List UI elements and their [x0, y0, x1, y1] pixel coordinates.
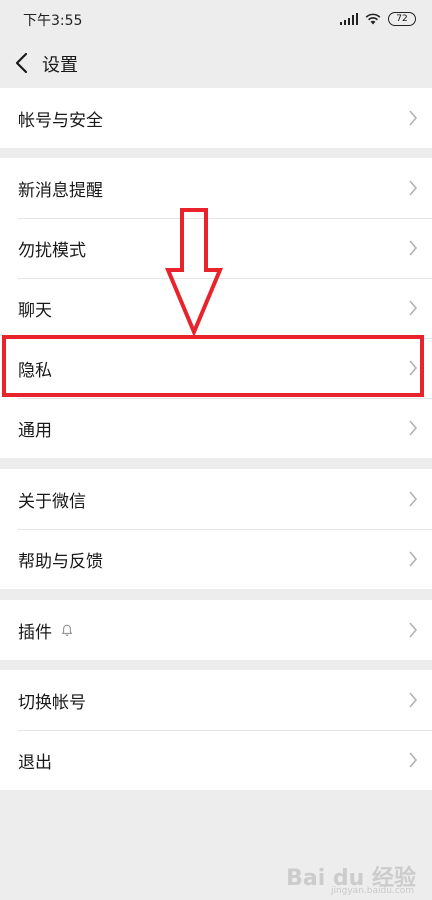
- back-arrow-icon[interactable]: [10, 49, 36, 77]
- settings-item-label: 退出: [18, 752, 52, 773]
- settings-item-label: 新消息提醒: [18, 180, 103, 201]
- settings-item-label: 聊天: [18, 300, 52, 321]
- chevron-right-icon: [409, 692, 418, 708]
- settings-item-privacy[interactable]: 隐私: [0, 338, 432, 398]
- settings-group-account-actions: 切换帐号 退出: [0, 670, 432, 790]
- settings-item-notifications[interactable]: 新消息提醒: [0, 158, 432, 218]
- chevron-right-icon: [409, 240, 418, 256]
- settings-item-do-not-disturb[interactable]: 勿扰模式: [0, 218, 432, 278]
- settings-item-label: 通用: [18, 420, 52, 441]
- settings-item-switch-account[interactable]: 切换帐号: [0, 670, 432, 730]
- chevron-right-icon: [409, 622, 418, 638]
- settings-item-chat[interactable]: 聊天: [0, 278, 432, 338]
- settings-group-about: 关于微信 帮助与反馈: [0, 469, 432, 589]
- settings-item-label: 切换帐号: [18, 692, 86, 713]
- signal-icon: [340, 13, 358, 25]
- settings-item-general[interactable]: 通用: [0, 398, 432, 458]
- settings-item-about[interactable]: 关于微信: [0, 469, 432, 529]
- settings-item-label: 帮助与反馈: [18, 551, 103, 572]
- chevron-right-icon: [409, 360, 418, 376]
- settings-item-label: 隐私: [18, 360, 52, 381]
- chevron-right-icon: [409, 420, 418, 436]
- settings-item-label: 帐号与安全: [18, 110, 103, 131]
- settings-item-label: 勿扰模式: [18, 240, 86, 261]
- settings-group-account: 帐号与安全: [0, 88, 432, 148]
- settings-item-logout[interactable]: 退出: [0, 730, 432, 790]
- watermark-url: jingyan.baidu.com: [330, 886, 414, 896]
- status-time: 下午3:55: [23, 13, 83, 29]
- wifi-icon: [365, 13, 381, 25]
- chevron-right-icon: [409, 551, 418, 567]
- battery-indicator: 72: [388, 12, 416, 26]
- chevron-right-icon: [409, 180, 418, 196]
- settings-item-plugins[interactable]: 插件: [0, 600, 432, 660]
- chevron-right-icon: [409, 110, 418, 126]
- bell-icon: [61, 624, 73, 636]
- chevron-right-icon: [409, 300, 418, 316]
- nav-bar: 设置: [0, 38, 432, 88]
- page-title: 设置: [42, 55, 78, 76]
- status-indicators: 72: [340, 11, 416, 27]
- status-bar: 下午3:55 72: [0, 0, 432, 38]
- chevron-right-icon: [409, 752, 418, 768]
- chevron-right-icon: [409, 491, 418, 507]
- settings-group-general: 新消息提醒 勿扰模式 聊天 隐私 通用: [0, 158, 432, 458]
- settings-group-plugins: 插件: [0, 600, 432, 660]
- settings-item-help-feedback[interactable]: 帮助与反馈: [0, 529, 432, 589]
- settings-item-account-security[interactable]: 帐号与安全: [0, 88, 432, 148]
- settings-item-label: 插件: [18, 622, 52, 643]
- settings-item-label: 关于微信: [18, 491, 86, 512]
